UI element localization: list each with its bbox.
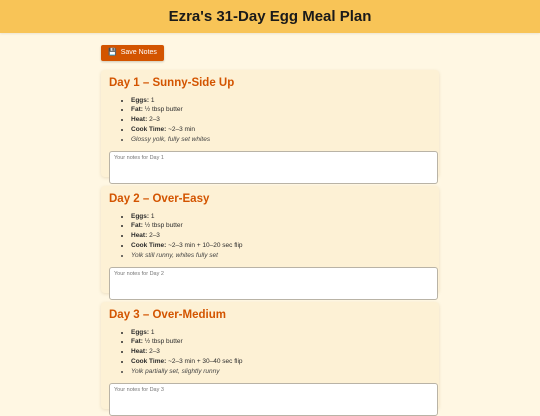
heat-item: Heat: 2–3 (131, 231, 431, 241)
fat-value: ½ tbsp butter (144, 338, 183, 346)
heat-item: Heat: 2–3 (131, 347, 431, 357)
cook-time-label: Cook Time: (131, 125, 167, 133)
heat-value: 2–3 (149, 348, 160, 356)
eggs-value: 1 (150, 212, 155, 220)
save-notes-button[interactable]: 💾 Save Notes (101, 44, 164, 61)
day-details: Eggs: 1 Fat: ½ tbsp butter Heat: 2–3 Coo… (109, 212, 431, 261)
fat-value: ½ tbsp butter (144, 106, 183, 114)
heat-label: Heat: (131, 116, 148, 124)
page-title: Ezra's 31-Day Egg Meal Plan (168, 8, 372, 25)
day-card-2: Day 2 – Over-Easy Eggs: 1 Fat: ½ tbsp bu… (101, 185, 439, 301)
heat-value: 2–3 (149, 116, 160, 124)
result-note: Yolk partially set, slightly runny (131, 367, 431, 377)
day-details: Eggs: 1 Fat: ½ tbsp butter Heat: 2–3 Coo… (109, 328, 431, 377)
fat-label: Fat: (131, 106, 143, 114)
cook-time-value: ~2–3 min + 10–20 sec flip (168, 241, 243, 249)
fat-item: Fat: ½ tbsp butter (131, 221, 431, 231)
fat-item: Fat: ½ tbsp butter (131, 105, 431, 115)
result-note: Yolk still runny, whites fully set (131, 251, 431, 261)
cook-time-item: Cook Time: ~2–3 min + 30–40 sec flip (131, 357, 431, 367)
day-3-notes-input[interactable] (109, 383, 438, 416)
page-header: Ezra's 31-Day Egg Meal Plan (0, 0, 540, 33)
floppy-disk-icon: 💾 (108, 49, 117, 56)
cook-time-value: ~2–3 min (168, 125, 196, 133)
eggs-item: Eggs: 1 (131, 212, 431, 222)
day-title: Day 3 – Over-Medium (109, 308, 226, 321)
heat-item: Heat: 2–3 (131, 115, 431, 125)
cook-time-item: Cook Time: ~2–3 min + 10–20 sec flip (131, 241, 431, 251)
eggs-value: 1 (150, 328, 155, 336)
cook-time-value: ~2–3 min + 30–40 sec flip (168, 357, 243, 365)
eggs-value: 1 (150, 96, 155, 104)
day-2-notes-input[interactable] (109, 267, 438, 301)
day-1-notes-input[interactable] (109, 151, 438, 185)
main-content: 💾 Save Notes Day 1 – Sunny-Side Up Eggs:… (101, 33, 439, 416)
eggs-label: Eggs: (131, 328, 150, 336)
fat-label: Fat: (131, 222, 143, 230)
heat-label: Heat: (131, 348, 148, 356)
day-title: Day 1 – Sunny-Side Up (109, 76, 235, 89)
day-card-3: Day 3 – Over-Medium Eggs: 1 Fat: ½ tbsp … (101, 301, 439, 416)
heat-label: Heat: (131, 232, 148, 240)
fat-label: Fat: (131, 338, 143, 346)
fat-item: Fat: ½ tbsp butter (131, 337, 431, 347)
result-note: Glossy yolk, fully set whites (131, 135, 431, 145)
cook-time-item: Cook Time: ~2–3 min (131, 125, 431, 135)
eggs-label: Eggs: (131, 96, 150, 104)
save-notes-label: Save Notes (120, 49, 157, 56)
heat-value: 2–3 (149, 232, 160, 240)
cook-time-label: Cook Time: (131, 241, 167, 249)
cook-time-label: Cook Time: (131, 357, 167, 365)
day-details: Eggs: 1 Fat: ½ tbsp butter Heat: 2–3 Coo… (109, 96, 431, 145)
eggs-item: Eggs: 1 (131, 96, 431, 106)
fat-value: ½ tbsp butter (144, 222, 183, 230)
day-card-1: Day 1 – Sunny-Side Up Eggs: 1 Fat: ½ tbs… (101, 69, 439, 185)
eggs-label: Eggs: (131, 212, 150, 220)
day-title: Day 2 – Over-Easy (109, 192, 210, 205)
eggs-item: Eggs: 1 (131, 328, 431, 338)
